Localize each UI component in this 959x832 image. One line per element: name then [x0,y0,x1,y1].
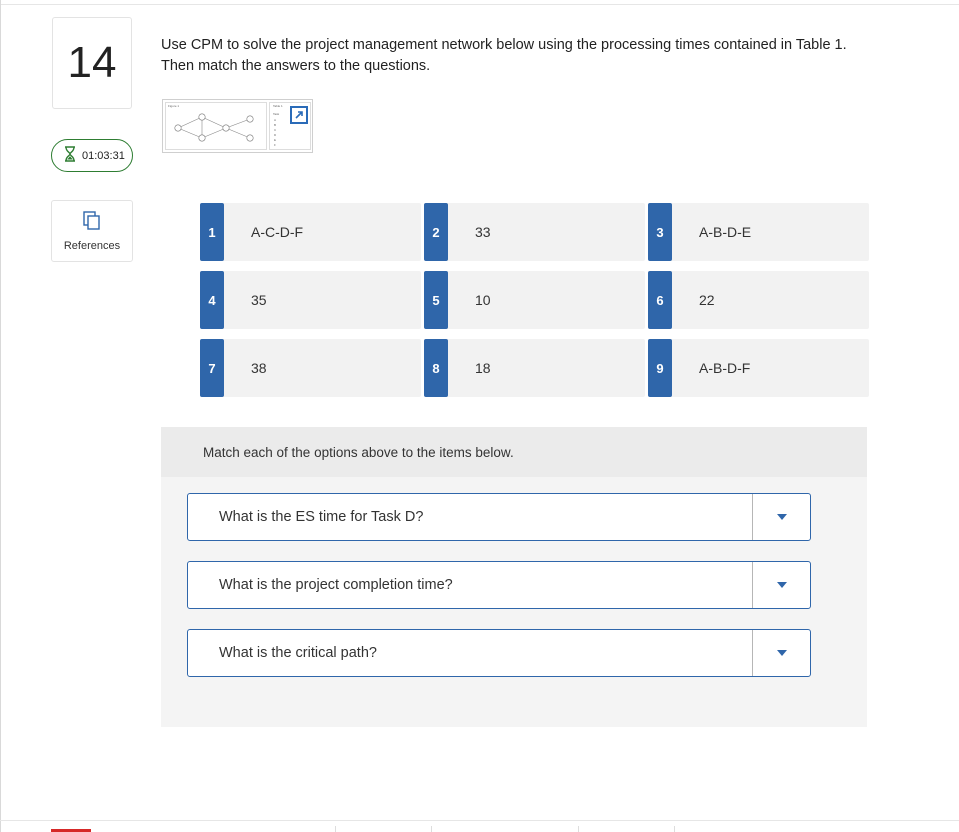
option-value: A-B-D-F [699,360,751,376]
table-task-a: A [274,118,277,122]
option-value: 22 [699,292,715,308]
option-number: 9 [648,339,672,397]
option-card[interactable]: 6 22 [648,271,869,329]
option-number: 3 [648,203,672,261]
nav-tick [335,826,336,832]
dropdown-toggle[interactable] [752,630,810,676]
network-diagram-image [174,113,254,142]
match-instruction: Match each of the options above to the i… [161,427,867,477]
nav-tick [431,826,432,832]
question-prompt: Use CPM to solve the project management … [161,37,847,74]
option-value: 38 [251,360,267,376]
option-value: A-B-D-E [699,224,752,240]
option-value: 10 [475,292,491,308]
option-value: 18 [475,360,491,376]
table-task-c: C [274,128,277,132]
option-card[interactable]: 4 35 [200,271,421,329]
table-task-b: B [274,123,277,127]
expand-icon[interactable] [290,106,308,124]
option-number: 5 [424,271,448,329]
table-task-e: E [274,138,277,142]
match-dropdown-completion-time[interactable]: What is the project completion time? [187,561,811,609]
top-divider [0,4,959,5]
match-question: What is the critical path? [219,645,377,661]
figure-label: Figure 1 [168,104,180,108]
references-label: References [63,239,121,252]
match-dropdown-critical-path[interactable]: What is the critical path? [187,629,811,677]
option-value: A-C-D-F [251,224,304,240]
nav-tick [578,826,579,832]
caret-down-icon [776,650,787,656]
timer-badge: 01:03:31 [51,139,133,172]
match-question: What is the project completion time? [219,577,453,593]
option-card[interactable]: 3 A-B-D-E [648,203,869,261]
table-label: Table 1 [273,104,283,108]
option-value: 35 [251,292,267,308]
option-number: 7 [200,339,224,397]
dropdown-toggle[interactable] [752,562,810,608]
nav-tick [674,826,675,832]
match-question: What is the ES time for Task D? [219,509,424,525]
hourglass-icon [64,146,76,165]
option-card[interactable]: 2 33 [424,203,645,261]
option-number: 1 [200,203,224,261]
question-number: 14 [52,17,132,109]
references-button[interactable]: References [51,200,133,262]
option-number: 4 [200,271,224,329]
timer-value: 01:03:31 [82,149,125,162]
table-header: Task [273,112,280,116]
copy-icon [83,210,101,234]
option-card[interactable]: 5 10 [424,271,645,329]
table-task-f: F [274,143,276,147]
left-border [0,0,1,832]
match-dropdown-es-time[interactable]: What is the ES time for Task D? [187,493,811,541]
option-card[interactable]: 1 A-C-D-F [200,203,421,261]
caret-down-icon [776,514,787,520]
option-number: 6 [648,271,672,329]
option-card[interactable]: 8 18 [424,339,645,397]
figure-thumbnail[interactable]: Figure 1 Table 1 Task A B C D E F [162,99,313,153]
option-card[interactable]: 7 38 [200,339,421,397]
option-value: 33 [475,224,491,240]
table-task-d: D [274,133,277,137]
option-card[interactable]: 9 A-B-D-F [648,339,869,397]
match-panel: Match each of the options above to the i… [161,427,867,727]
option-number: 2 [424,203,448,261]
option-number: 8 [424,339,448,397]
caret-down-icon [776,582,787,588]
bottom-divider [0,820,959,821]
network-figure: Figure 1 [165,102,267,150]
dropdown-toggle[interactable] [752,494,810,540]
